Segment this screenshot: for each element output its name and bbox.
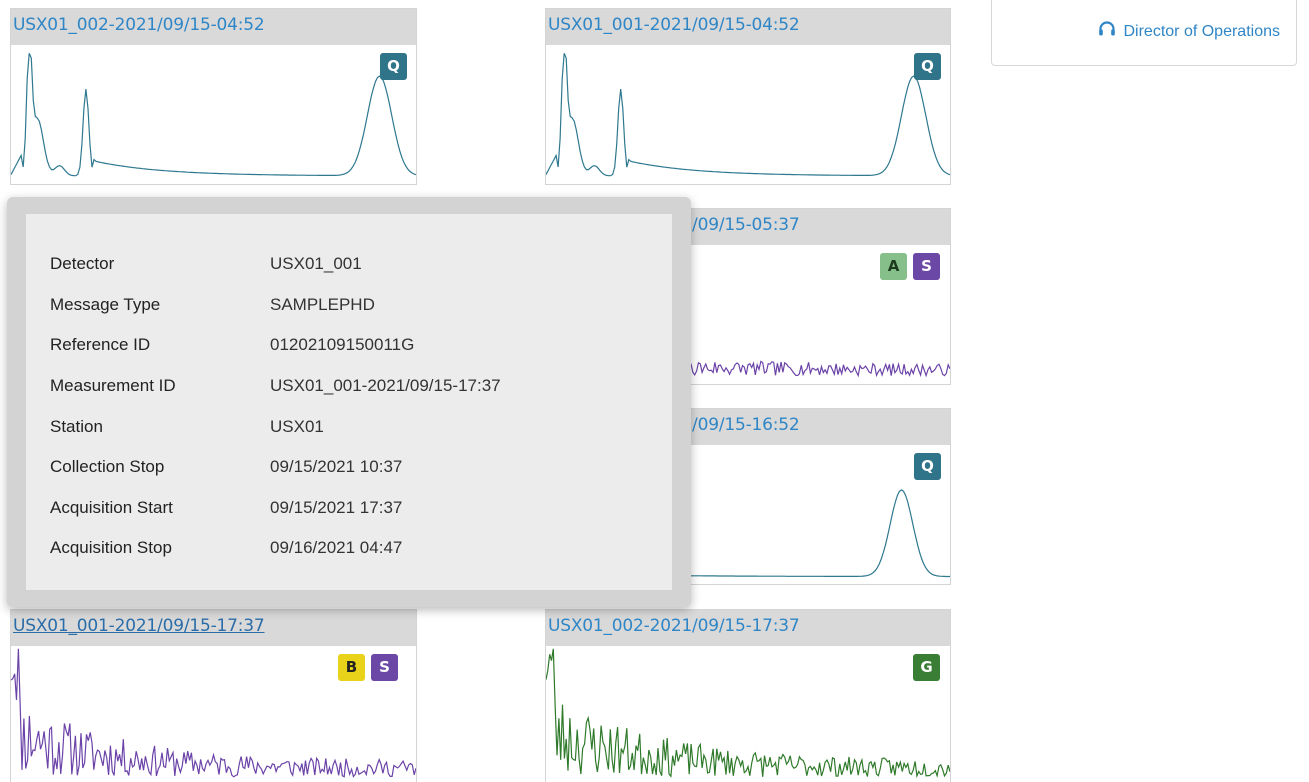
spectrum-card[interactable]: USX01_001-2021/09/15-04:52 Q bbox=[545, 8, 951, 185]
detail-row: Detector USX01_001 bbox=[50, 244, 501, 285]
badge-g: G bbox=[913, 654, 940, 681]
detail-key: Reference ID bbox=[50, 335, 151, 355]
detail-key: Acquisition Start bbox=[50, 497, 173, 517]
badge-s: S bbox=[913, 253, 940, 280]
badge-q: Q bbox=[914, 53, 941, 80]
detail-value: USX01_001-2021/09/15-17:37 bbox=[270, 376, 501, 396]
user-role-link[interactable]: Director of Operations bbox=[1098, 20, 1280, 41]
spectra-page: USX01_002-2021/09/15-04:52 Q USX01_001-2… bbox=[0, 0, 1309, 782]
detail-value: 09/16/2021 04:47 bbox=[270, 538, 403, 558]
badge-q: Q bbox=[914, 453, 941, 480]
detail-table: Detector USX01_001 Message Type SAMPLEPHD … bbox=[50, 244, 501, 569]
badge-q: Q bbox=[380, 53, 407, 80]
spectrum-plot bbox=[546, 648, 950, 779]
spectrum-plot bbox=[11, 53, 416, 177]
detail-row: Measurement ID USX01_001-2021/09/15-17:37 bbox=[50, 366, 501, 407]
spectrum-card-header: USX01_002-2021/09/15-04:52 bbox=[11, 9, 416, 45]
spectrum-trace bbox=[11, 53, 416, 177]
spectrum-card-header: USX01_001-2021/09/15-04:52 bbox=[546, 9, 950, 45]
spectrum-title-link[interactable]: USX01_001-2021/09/15-17:37 bbox=[13, 616, 265, 636]
badge-s: S bbox=[371, 654, 398, 681]
detail-row: Acquisition Start 09/15/2021 17:37 bbox=[50, 488, 501, 529]
detail-tooltip: Detector USX01_001 Message Type SAMPLEPHD … bbox=[7, 197, 691, 607]
spectrum-title-link[interactable]: USX01_002-2021/09/15-17:37 bbox=[548, 616, 800, 636]
detail-key: Measurement ID bbox=[50, 376, 176, 396]
spectrum-card[interactable]: USX01_002-2021/09/15-04:52 Q bbox=[10, 8, 417, 185]
spectrum-card-header: USX01_001-2021/09/15-17:37 bbox=[11, 610, 416, 646]
detail-row: Station USX01 bbox=[50, 406, 501, 447]
spectrum-plot bbox=[546, 53, 950, 177]
detail-key: Station bbox=[50, 416, 103, 436]
detail-value: USX01 bbox=[270, 416, 324, 436]
spectrum-card[interactable]: USX01_002-2021/09/15-17:37 G bbox=[545, 609, 951, 782]
detail-key: Acquisition Stop bbox=[50, 538, 172, 558]
detail-row: Acquisition Stop 09/16/2021 04:47 bbox=[50, 528, 501, 569]
detail-key: Message Type bbox=[50, 294, 161, 314]
spectrum-trace bbox=[546, 53, 950, 177]
detail-value: 09/15/2021 10:37 bbox=[270, 457, 403, 477]
spectrum-card[interactable]: USX01_001-2021/09/15-17:37 B S bbox=[10, 609, 417, 782]
user-menu-box: Director of Operations bbox=[991, 0, 1297, 66]
spectrum-card-header: USX01_002-2021/09/15-17:37 bbox=[546, 610, 950, 646]
badge-a: A bbox=[880, 253, 907, 280]
detail-row: Message Type SAMPLEPHD bbox=[50, 285, 501, 326]
badge-b: B bbox=[338, 654, 365, 681]
detail-row: Reference ID 01202109150011G bbox=[50, 325, 501, 366]
detail-value: 09/15/2021 17:37 bbox=[270, 497, 403, 517]
headset-icon bbox=[1099, 21, 1116, 36]
detail-tooltip-body: Detector USX01_001 Message Type SAMPLEPHD … bbox=[26, 214, 672, 590]
spectrum-title-link[interactable]: USX01_002-2021/09/15-04:52 bbox=[13, 15, 265, 35]
detail-value: 01202109150011G bbox=[270, 335, 415, 355]
detail-value: USX01_001 bbox=[270, 254, 362, 274]
detail-row: Collection Stop 09/15/2021 10:37 bbox=[50, 447, 501, 488]
spectrum-trace bbox=[546, 648, 950, 779]
detail-key: Detector bbox=[50, 254, 115, 274]
user-role-label: Director of Operations bbox=[1123, 23, 1280, 40]
spectrum-title-link[interactable]: USX01_001-2021/09/15-04:52 bbox=[548, 15, 800, 35]
detail-value: SAMPLEPHD bbox=[270, 294, 375, 314]
detail-key: Collection Stop bbox=[50, 457, 165, 477]
